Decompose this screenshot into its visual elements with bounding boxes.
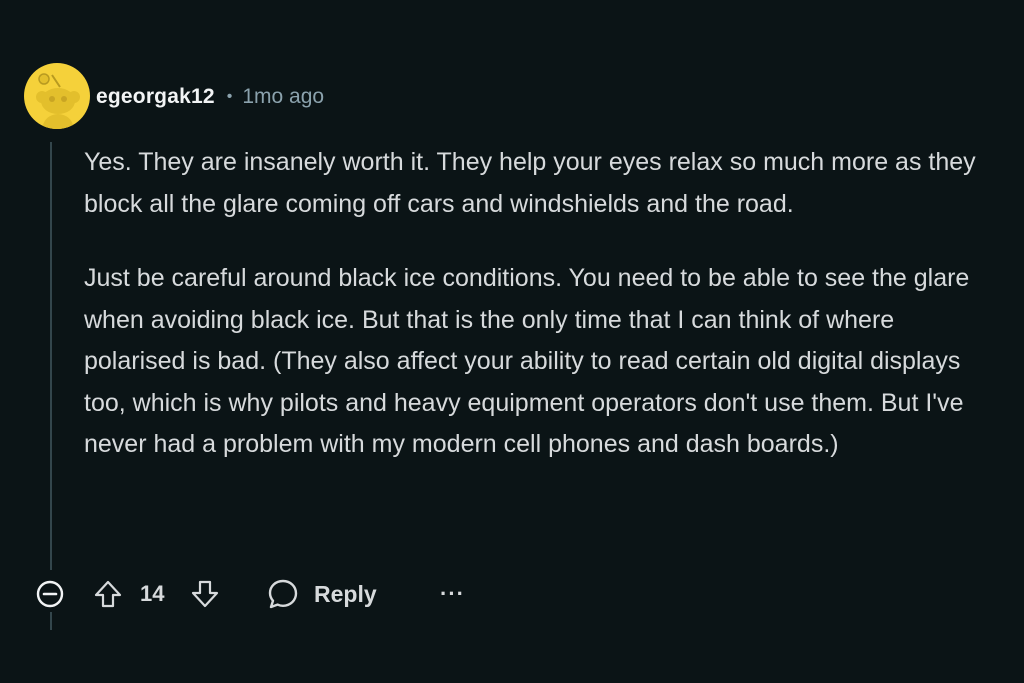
downvote-arrow-icon	[191, 580, 219, 608]
reply-label: Reply	[314, 580, 377, 607]
comment-paragraph: Just be careful around black ice conditi…	[84, 264, 970, 458]
comment-paragraph: Yes. They are insanely worth it. They he…	[84, 148, 976, 218]
speech-bubble-icon	[268, 579, 298, 609]
username-link[interactable]: egeorgak12	[96, 85, 215, 109]
reddit-snoo-icon	[36, 73, 80, 129]
comment-body: Yes. They are insanely worth it. They he…	[84, 142, 999, 466]
more-options-button[interactable]: ···	[440, 576, 465, 612]
reply-button[interactable]: Reply	[266, 576, 377, 612]
separator-dot: •	[226, 88, 233, 105]
upvote-arrow-icon	[94, 580, 122, 608]
vote-score: 14	[140, 581, 165, 606]
upvote-button[interactable]	[93, 579, 123, 609]
thread-line[interactable]	[50, 142, 52, 570]
avatar[interactable]	[24, 63, 90, 129]
comment-actions: 14 Reply ···	[0, 572, 1024, 616]
collapse-button[interactable]	[35, 579, 65, 609]
collapse-minus-icon	[36, 580, 64, 608]
downvote-button[interactable]	[190, 579, 220, 609]
comment-header: egeorgak12 • 1mo ago	[96, 80, 324, 114]
timestamp[interactable]: 1mo ago	[242, 85, 324, 109]
